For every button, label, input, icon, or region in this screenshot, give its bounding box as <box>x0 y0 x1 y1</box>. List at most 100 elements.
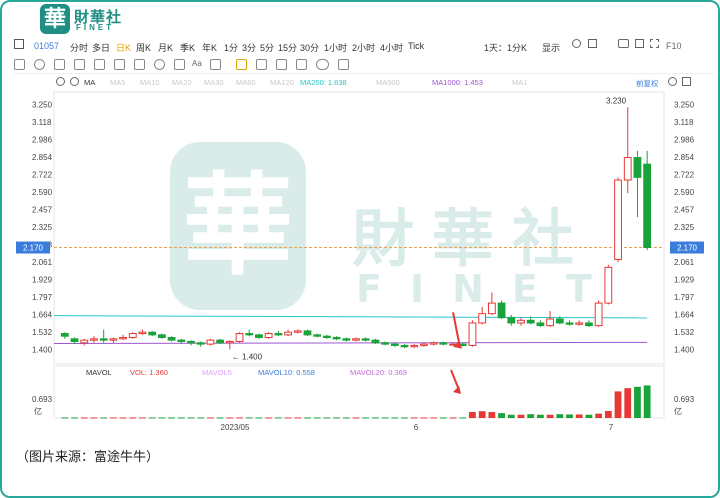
volume-bar <box>216 417 224 419</box>
candle-body <box>255 334 263 339</box>
volume-bar <box>536 414 544 418</box>
volume-bar <box>207 417 214 419</box>
y-tick-label-left: 3.250 <box>32 101 53 110</box>
volume-bar <box>80 417 88 419</box>
volume-bar <box>449 417 457 419</box>
finet-watermark: 華財華社FINET <box>170 142 620 311</box>
candle-body <box>313 334 322 337</box>
candle-body <box>225 340 234 344</box>
volume-bar <box>478 411 486 418</box>
y-tick-label-left: 3.118 <box>32 118 52 127</box>
volume-bar <box>109 417 117 419</box>
candlestick-chart: 華財華社FINET 3.250 3.250 3.118 3.118 2.986 2.986 2… <box>16 91 704 432</box>
volume-bar <box>430 417 438 419</box>
volume-bar <box>439 417 447 419</box>
volume-bar <box>517 414 525 418</box>
annotation-arrow-down <box>450 369 460 391</box>
candle-body <box>604 266 613 304</box>
candle-body <box>284 331 292 336</box>
volume-bar <box>333 417 340 419</box>
volume-bar <box>420 417 428 419</box>
candle-body <box>361 338 370 341</box>
candle-body <box>546 318 554 327</box>
volume-bar <box>90 417 98 419</box>
candle-body <box>70 338 79 342</box>
candle-body <box>264 333 273 339</box>
y-tick-label-left: 2.854 <box>32 153 53 162</box>
candle-body <box>371 339 380 344</box>
x-axis-label: 7 <box>609 423 614 432</box>
candle-body <box>497 302 506 319</box>
image-source-caption: （图片来源：富途牛牛） <box>16 449 160 464</box>
candle-body <box>381 342 390 345</box>
volume-bar <box>546 414 554 418</box>
candle-body <box>420 343 428 346</box>
candle-body <box>187 340 195 344</box>
volume-bar <box>236 417 243 419</box>
volume-bar <box>566 414 573 418</box>
y-tick-label-left: 1.400 <box>32 345 53 354</box>
volume-bar <box>274 417 282 419</box>
candle-body <box>643 163 652 249</box>
candle-body <box>196 342 205 345</box>
candle-body <box>623 157 632 181</box>
volume-bar <box>362 417 370 419</box>
candle-body <box>468 322 477 346</box>
candle-body <box>633 157 642 178</box>
volume-bar <box>139 417 146 419</box>
candle-body <box>575 322 584 325</box>
volume-bar <box>255 417 263 419</box>
volume-indicator-label: MAVOL <box>86 368 112 377</box>
candle-body <box>235 333 244 342</box>
volume-indicator-label: VOL: 1.360 <box>130 368 168 377</box>
candle-body <box>565 322 574 325</box>
y-tick-label-left: 2.325 <box>32 223 53 232</box>
volume-bar <box>585 414 593 418</box>
y-tick-label-left: 1.664 <box>32 310 53 319</box>
y-tick-label-left: 2.457 <box>32 206 53 215</box>
x-axis-label: 6 <box>414 423 419 432</box>
volume-bar <box>634 386 641 418</box>
y-tick-label-right: 1.532 <box>674 328 695 337</box>
volume-bar <box>342 417 350 419</box>
volume-indicator-label: MAVOL5 <box>202 368 232 377</box>
volume-bar <box>313 417 321 419</box>
candle-body <box>555 318 564 324</box>
y-tick-label-left: 2.061 <box>32 258 53 267</box>
candle-body <box>478 313 487 324</box>
volume-bar <box>245 417 253 419</box>
candle-body <box>517 319 525 324</box>
volume-bar <box>401 417 408 419</box>
high-price-label: 3.230 <box>606 96 627 105</box>
candle-body <box>487 302 496 315</box>
low-price-label: ← 1.400 <box>232 352 263 361</box>
candle-body <box>410 344 419 348</box>
volume-unit-left: 亿 <box>34 406 42 416</box>
volume-unit-right: 亿 <box>674 406 682 416</box>
volume-bar <box>498 413 505 418</box>
watermark-name: 財華社 <box>352 202 592 275</box>
volume-tick-right: 0.693 <box>674 395 695 404</box>
candle-body <box>99 338 108 341</box>
volume-bar <box>284 417 292 419</box>
volume-bar <box>148 417 156 419</box>
candle-body <box>594 302 603 327</box>
volume-bar <box>265 417 273 419</box>
candle-body <box>80 339 89 344</box>
watermark-name-en: FINET <box>356 267 620 311</box>
y-tick-label-right: 1.797 <box>674 293 695 302</box>
y-tick-label-right: 2.457 <box>674 206 695 215</box>
candle-body <box>245 333 254 336</box>
screenshot-frame: 華 財華社 FINET 01057 分时 多日 日K 周K 月K 季K 年K 1分 3分 5分 15… <box>0 0 720 498</box>
volume-bar <box>604 410 612 418</box>
candle-body <box>206 339 215 345</box>
volume-bar <box>129 417 137 419</box>
candle-body <box>585 322 593 327</box>
volume-bar <box>304 417 311 419</box>
y-tick-label-right: 3.250 <box>674 101 695 110</box>
volume-bar <box>614 391 622 418</box>
volume-indicator-label: MAVOL10: 0.558 <box>258 368 315 377</box>
volume-bar <box>119 417 127 419</box>
candle-body <box>390 343 399 346</box>
candle-body <box>429 342 438 345</box>
